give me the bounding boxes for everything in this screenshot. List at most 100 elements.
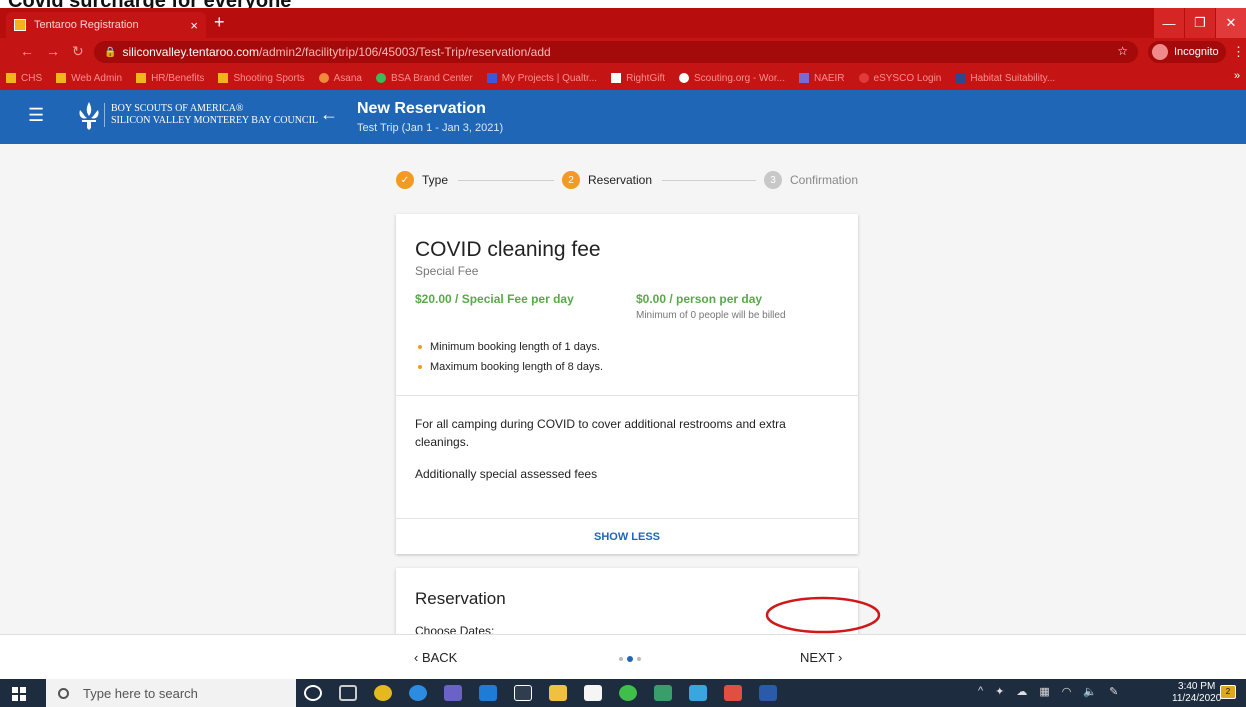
outlook-icon[interactable]: [479, 685, 497, 701]
notification-icon[interactable]: 2: [1220, 685, 1236, 699]
qualtrics-icon: [486, 73, 497, 83]
network-icon[interactable]: ▦: [1039, 685, 1049, 698]
bookmark-item[interactable]: My Projects | Qualtr...: [486, 73, 597, 84]
page-dot: [637, 657, 641, 661]
taskbar-clock[interactable]: 3:40 PM 11/24/2020: [1172, 681, 1221, 705]
sync-icon[interactable]: [619, 685, 637, 701]
step-connector: [458, 180, 554, 181]
step-confirmation: 3 Confirmation: [764, 171, 858, 189]
reload-icon[interactable]: ↻: [72, 43, 84, 60]
fee-type: Special Fee: [415, 264, 479, 278]
forward-nav-icon[interactable]: →: [46, 43, 60, 59]
edge-icon[interactable]: [409, 685, 427, 701]
bookmark-item[interactable]: RightGift: [611, 73, 665, 84]
dropbox-icon[interactable]: ✦: [995, 685, 1004, 698]
naeir-icon: [798, 73, 809, 83]
bookmarks-bar: CHS Web Admin HR/Benefits Shooting Sport…: [0, 66, 1246, 90]
step-type[interactable]: ✓ Type: [396, 171, 448, 189]
taskbar-search-input[interactable]: Type here to search: [46, 679, 296, 707]
page-subtitle: Test Trip (Jan 1 - Jan 3, 2021): [357, 122, 504, 134]
url-path: /admin2/facilitytrip/106/45003/Test-Trip…: [258, 45, 551, 59]
rightgift-icon: [611, 73, 622, 83]
volume-icon[interactable]: 🔈: [1083, 685, 1097, 698]
hamburger-menu-icon[interactable]: ☰: [28, 105, 44, 126]
page-dot-active: [627, 656, 633, 662]
fee-card: COVID cleaning fee Special Fee $20.00 / …: [396, 214, 858, 554]
overlay-caption-strip: Covid surcharge for everyone: [0, 0, 1246, 8]
step-label: Reservation: [588, 173, 653, 187]
pen-icon[interactable]: ✎: [1109, 685, 1118, 698]
window-close-button[interactable]: ✕: [1216, 8, 1246, 38]
wifi-icon[interactable]: ◠: [1062, 685, 1072, 698]
app-header: ☰ BOY SCOUTS OF AMERICA® SILICON VALLEY …: [0, 90, 1246, 144]
task-view-icon[interactable]: [339, 685, 357, 701]
step-number: 3: [764, 171, 782, 189]
profile-label: Incognito: [1174, 46, 1219, 58]
list-item: Minimum booking length of 1 days.: [418, 337, 603, 357]
booking-rules-list: Minimum booking length of 1 days. Maximu…: [418, 337, 603, 377]
mail-icon[interactable]: [689, 685, 707, 701]
bsa-brand-icon: [375, 73, 386, 83]
windows-start-icon[interactable]: [12, 687, 26, 701]
star-icon[interactable]: ☆: [1117, 44, 1128, 58]
bookmark-item[interactable]: Web Admin: [56, 73, 122, 84]
folder-icon: [136, 73, 147, 83]
url-input[interactable]: 🔒 siliconvalley.tentaroo.com /admin2/fac…: [94, 41, 1138, 63]
fee-price-primary: $20.00 / Special Fee per day: [415, 292, 574, 306]
window-restore-button[interactable]: ❐: [1185, 8, 1215, 38]
tray-chevron-icon[interactable]: ^: [978, 685, 983, 698]
bookmark-item[interactable]: CHS: [6, 73, 42, 84]
step-label: Confirmation: [790, 173, 859, 187]
bookmark-item[interactable]: HR/Benefits: [136, 73, 204, 84]
next-button[interactable]: NEXT ›: [800, 650, 842, 665]
browser-tab[interactable]: Tentaroo Registration ×: [6, 12, 206, 38]
back-nav-icon[interactable]: ←: [20, 43, 34, 59]
calculator-icon[interactable]: [654, 685, 672, 701]
new-tab-button[interactable]: +: [214, 12, 225, 33]
word-icon[interactable]: [759, 685, 777, 701]
bottom-nav-bar: ‹ BACK NEXT ›: [0, 634, 1246, 679]
annotation-ellipse: [765, 596, 881, 634]
page-title: New Reservation: [357, 100, 486, 117]
show-less-button[interactable]: SHOW LESS: [396, 519, 858, 555]
teams-icon[interactable]: [444, 685, 462, 701]
app-icon[interactable]: [724, 685, 742, 701]
browser-title-bar: Tentaroo Registration × + — ❐ ✕: [0, 8, 1246, 38]
divider: [396, 395, 858, 396]
header-back-arrow-icon[interactable]: ←: [320, 104, 338, 125]
fee-price-secondary: $0.00 / person per day: [636, 292, 763, 306]
bookmarks-overflow-icon[interactable]: »: [1234, 70, 1240, 82]
tab-close-icon[interactable]: ×: [190, 18, 198, 33]
page-indicator: [617, 656, 643, 662]
tab-favicon-icon: [14, 19, 26, 31]
step-reservation[interactable]: 2 Reservation: [562, 171, 652, 189]
step-connector: [662, 180, 756, 181]
file-explorer-icon[interactable]: [549, 685, 567, 701]
fee-price-note: Minimum of 0 people will be billed: [636, 310, 786, 321]
habitat-icon: [955, 73, 966, 83]
cortana-icon[interactable]: [304, 685, 322, 701]
step-number: 2: [562, 171, 580, 189]
system-tray: ^ ✦ ☁ ▦ ◠ 🔈 ✎: [978, 685, 1130, 698]
onedrive-icon[interactable]: ☁: [1016, 685, 1027, 698]
bookmark-item[interactable]: Habitat Suitability...: [955, 73, 1055, 84]
bookmark-item[interactable]: eSYSCO Login: [858, 73, 941, 84]
check-icon: ✓: [396, 171, 414, 189]
window-minimize-button[interactable]: —: [1154, 8, 1184, 38]
chrome-icon[interactable]: [374, 685, 392, 701]
back-button[interactable]: ‹ BACK: [414, 650, 457, 665]
bookmark-item[interactable]: Asana: [318, 73, 362, 84]
bookmark-item[interactable]: Scouting.org - Wor...: [679, 73, 785, 84]
bookmark-item[interactable]: NAEIR: [798, 73, 845, 84]
browser-address-bar: ← → ↻ 🔒 siliconvalley.tentaroo.com /admi…: [0, 38, 1246, 66]
esysco-icon: [858, 73, 869, 83]
app-icon[interactable]: [514, 685, 532, 701]
step-label: Type: [422, 173, 449, 187]
document-icon[interactable]: [584, 685, 602, 701]
windows-taskbar: Type here to search ^ ✦ ☁ ▦ ◠ 🔈 ✎ 3:40 P…: [0, 679, 1246, 707]
bookmark-item[interactable]: Shooting Sports: [218, 73, 305, 84]
profile-button[interactable]: Incognito: [1148, 41, 1226, 63]
bookmark-item[interactable]: BSA Brand Center: [375, 73, 473, 84]
stepper: ✓ Type 2 Reservation 3 Confirmation: [396, 171, 858, 191]
menu-kebab-icon[interactable]: ⋮: [1232, 44, 1245, 60]
